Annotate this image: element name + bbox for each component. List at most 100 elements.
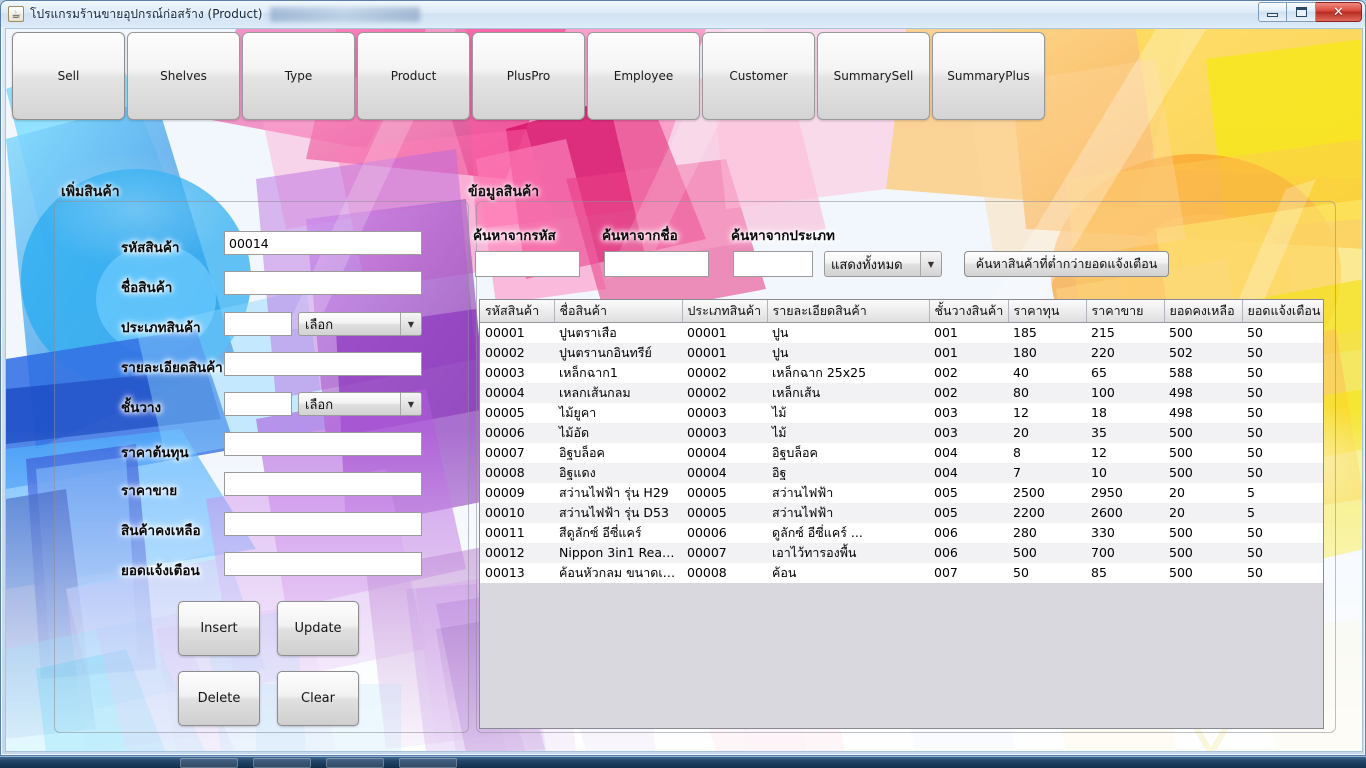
col-name[interactable]: ชื่อสินค้า	[554, 300, 683, 323]
label-product-code: รหัสสินค้า	[121, 240, 180, 256]
delete-button[interactable]: Delete	[178, 671, 260, 726]
col-code[interactable]: รหัสสินค้า	[480, 300, 555, 323]
input-alert-level[interactable]	[224, 552, 422, 576]
title-bar-blurred-region	[270, 6, 421, 22]
table-row[interactable]: 00010 สว่านไฟฟ้า รุ่น D53 00005 สว่านไฟฟ้า 0…	[480, 502, 1323, 523]
table-row[interactable]: 00008 อิฐแดง 00004 อิฐ 004 7 10 500 50	[480, 462, 1323, 483]
cell-type: 00007	[687, 545, 727, 560]
col-detail[interactable]: รายละเอียดสินค้า	[767, 300, 930, 323]
cell-code: 00001	[485, 325, 525, 340]
insert-button[interactable]: Insert	[178, 601, 260, 656]
cell-code: 00005	[485, 405, 525, 420]
cell-alert: 50	[1247, 545, 1263, 560]
cell-code: 00009	[485, 485, 525, 500]
update-button[interactable]: Update	[277, 601, 359, 656]
input-product-name[interactable]	[224, 271, 422, 295]
table-row[interactable]: 00007 อิฐบล็อค 00004 อิฐบล็อค 004 8 12 500 50	[480, 442, 1323, 463]
label-cost-price: ราคาต้นทุน	[121, 445, 189, 461]
taskbar-item[interactable]	[326, 758, 384, 768]
input-sell-price[interactable]	[224, 472, 422, 496]
maximize-button[interactable]	[1287, 2, 1316, 22]
input-stock[interactable]	[224, 512, 422, 536]
tab-type[interactable]: Type	[242, 32, 355, 120]
tab-summaryplus[interactable]: SummaryPlus	[932, 32, 1045, 120]
input-search-by-name[interactable]	[604, 251, 709, 277]
clear-button[interactable]: Clear	[277, 671, 359, 726]
minimize-button[interactable]	[1258, 2, 1287, 22]
cell-cost: 50	[1013, 565, 1029, 580]
table-row[interactable]: 00001 ปูนตราเสือ 00001 ปูน 001 185 215 500 50	[480, 322, 1323, 343]
cell-detail: ไม้	[772, 424, 787, 440]
input-product-type[interactable]	[224, 312, 292, 336]
tab-label: Type	[284, 69, 313, 83]
tab-sell[interactable]: Sell	[12, 32, 125, 120]
cell-price: 2600	[1091, 505, 1123, 520]
tab-pluspro[interactable]: PlusPro	[472, 32, 585, 120]
combo-product-type-value: เลือก	[305, 317, 334, 333]
input-search-by-code[interactable]	[475, 251, 580, 277]
cell-alert: 50	[1247, 425, 1263, 440]
cell-alert: 50	[1247, 365, 1263, 380]
combo-product-type[interactable]: เลือก ▼	[298, 312, 422, 336]
col-shelf[interactable]: ชั้นวางสินค้า	[929, 300, 1009, 323]
input-product-code[interactable]	[224, 231, 422, 255]
left-panel-title: เพิ่มสินค้า	[61, 184, 120, 200]
table-row[interactable]: 00005 ไม้ยูคา 00003 ไม้ 003 12 18 498 50	[480, 402, 1323, 423]
table-row[interactable]: 00003 เหล็กฉาก1 00002 เหล็กฉาก 25x25 002 40 65…	[480, 362, 1323, 383]
product-table-container[interactable]: รหัสสินค้า ชื่อสินค้า ประเภทสินค้า รายละ…	[479, 299, 1324, 729]
delete-button-label: Delete	[197, 691, 241, 706]
cell-price: 10	[1091, 465, 1107, 480]
cell-shelf: 005	[934, 505, 958, 520]
combo-display-filter[interactable]: แสดงทั้งหมด ▼	[824, 251, 942, 277]
input-product-detail[interactable]	[224, 352, 422, 376]
col-cost[interactable]: ราคาทุน	[1008, 300, 1087, 323]
cell-cost: 7	[1013, 465, 1021, 480]
tab-employee[interactable]: Employee	[587, 32, 700, 120]
cell-detail: เอาไว้ทารองพื้น	[772, 544, 857, 560]
table-row[interactable]: 00009 สว่านไฟฟ้า รุ่น H29 00005 สว่านไฟฟ้า 0…	[480, 482, 1323, 503]
input-cost-price[interactable]	[224, 432, 422, 456]
cell-code: 00007	[485, 445, 525, 460]
cell-name: ไม้อัด	[559, 424, 590, 440]
input-shelf[interactable]	[224, 392, 292, 416]
cell-stock: 20	[1169, 485, 1185, 500]
input-search-by-type[interactable]	[733, 251, 813, 277]
col-stock[interactable]: ยอดคงเหลือ	[1164, 300, 1243, 323]
cell-price: 215	[1091, 325, 1115, 340]
cell-detail: สว่านไฟฟ้า	[772, 504, 834, 520]
tab-customer[interactable]: Customer	[702, 32, 815, 120]
close-button[interactable]: ✕	[1316, 2, 1362, 22]
table-row[interactable]: 00012 Nippon 3in1 Ready... 00007 เอาไว้ทารอ…	[480, 542, 1323, 563]
table-row[interactable]: 00002 ปูนตรานกอินทรีย์ 00001 ปูน 001 180 220 50…	[480, 342, 1323, 363]
title-bar: ☕ โปรแกรมร้านขายอุปกรณ์ก่อสร้าง (Product…	[1, 1, 1365, 27]
tab-shelves[interactable]: Shelves	[127, 32, 240, 120]
combo-shelf[interactable]: เลือก ▼	[298, 392, 422, 416]
update-button-label: Update	[294, 621, 342, 636]
cell-detail: เหล็กเส้น	[772, 384, 821, 400]
table-row[interactable]: 00013 ค้อนหัวกลม ขนาดเล็ก 00008 ค้อน 007 50 85…	[480, 562, 1323, 583]
taskbar-item[interactable]	[253, 758, 311, 768]
col-type[interactable]: ประเภทสินค้า	[682, 300, 768, 323]
taskbar[interactable]	[0, 756, 1366, 768]
table-row[interactable]: 00011 สีดูลักซ์ อีซี่แคร์ 00006 ดูลักซ์ อีซ…	[480, 522, 1323, 543]
window-controls: ✕	[1258, 2, 1362, 22]
tab-product[interactable]: Product	[357, 32, 470, 120]
taskbar-item[interactable]	[180, 758, 238, 768]
table-row[interactable]: 00004 เหลกเส้นกลม 00002 เหล็กเส้น 002 80 100 49…	[480, 382, 1323, 403]
cell-alert: 50	[1247, 445, 1263, 460]
cell-price: 85	[1091, 565, 1107, 580]
cell-alert: 50	[1247, 405, 1263, 420]
search-low-stock-button[interactable]: ค้นหาสินค้าที่ต่ำกว่ายอดแจ้งเตือน	[964, 251, 1169, 277]
cell-price: 12	[1091, 445, 1107, 460]
cell-stock: 500	[1169, 445, 1193, 460]
taskbar-item[interactable]	[399, 758, 457, 768]
cell-stock: 498	[1169, 385, 1193, 400]
label-search-by-type: ค้นหาจากประเภท	[731, 228, 835, 244]
cell-stock: 500	[1169, 325, 1193, 340]
combo-shelf-value: เลือก	[305, 397, 334, 413]
table-row[interactable]: 00006 ไม้อัด 00003 ไม้ 003 20 35 500 50	[480, 422, 1323, 443]
col-price[interactable]: ราคาขาย	[1086, 300, 1165, 323]
tab-summarysell[interactable]: SummarySell	[817, 32, 930, 120]
label-search-by-name: ค้นหาจากชื่อ	[602, 228, 678, 244]
col-alert[interactable]: ยอดแจ้งเตือน	[1242, 300, 1323, 323]
